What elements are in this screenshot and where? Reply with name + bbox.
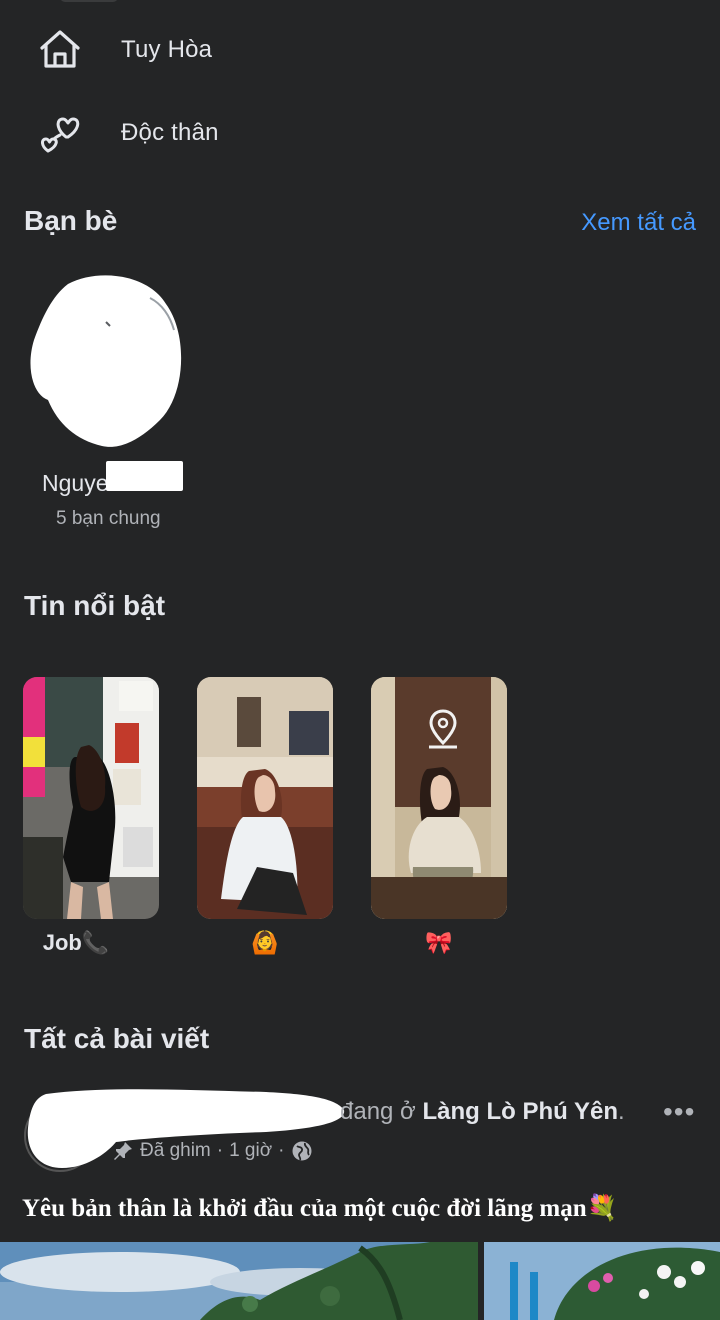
highlight-label[interactable]: 🙆	[197, 930, 333, 956]
see-all-friends-link[interactable]: Xem tất cả	[581, 209, 696, 237]
friends-section-title: Bạn bè	[24, 205, 118, 236]
highlight-photo-cafe	[197, 677, 333, 919]
post-text: Yêu bản thân là khởi đầu của một cuộc đờ…	[22, 1195, 618, 1222]
highlight-story-thumbnail[interactable]	[23, 677, 159, 919]
highlight-story-thumbnail[interactable]	[197, 677, 333, 919]
post-photo-flowers	[484, 1242, 720, 1320]
posts-section-title: Tất cả bài viết	[24, 1023, 210, 1054]
highlight-story-thumbnail[interactable]	[371, 677, 507, 919]
post-meta: Đã ghim · 1 giờ ·	[112, 1140, 313, 1162]
intro-item-hometown: Tuy Hòa	[0, 18, 720, 78]
post-photo[interactable]	[0, 1242, 478, 1320]
meta-separator: ·	[278, 1140, 285, 1161]
post-more-options-button[interactable]: •••	[663, 1096, 695, 1128]
highlight-label[interactable]: Job📞	[8, 930, 144, 956]
post-place-link[interactable]: Làng Lò Phú Yên	[422, 1098, 618, 1125]
friend-mutual-count: 5 bạn chung	[56, 508, 161, 529]
scroll-top-indicator	[60, 0, 118, 2]
highlight-photo-job	[23, 677, 159, 919]
hearts-icon	[41, 117, 80, 153]
post-time[interactable]: 1 giờ	[229, 1140, 272, 1162]
post-header: đang ở Làng Lò Phú Yên.	[340, 1098, 625, 1125]
home-icon	[40, 30, 80, 68]
globe-icon	[292, 1141, 311, 1161]
pin-icon	[114, 1142, 132, 1160]
intro-item-relationship: Độc thân	[0, 101, 720, 161]
highlights-section-title: Tin nổi bật	[24, 590, 166, 621]
intro-relationship-text: Độc thân	[121, 119, 219, 146]
name-redaction-mark	[106, 461, 183, 491]
pinned-label: Đã ghim	[140, 1140, 211, 1161]
post-header-prefix: đang ở	[340, 1098, 416, 1125]
intro-hometown-text: Tuy Hòa	[121, 36, 213, 63]
highlight-photo-sign	[371, 677, 507, 919]
post-photo-sky-tree	[0, 1242, 478, 1320]
post-photo[interactable]	[484, 1242, 720, 1320]
meta-separator: ·	[216, 1140, 224, 1161]
friend-avatar[interactable]	[28, 274, 184, 450]
highlight-label[interactable]: 🎀	[371, 930, 507, 956]
